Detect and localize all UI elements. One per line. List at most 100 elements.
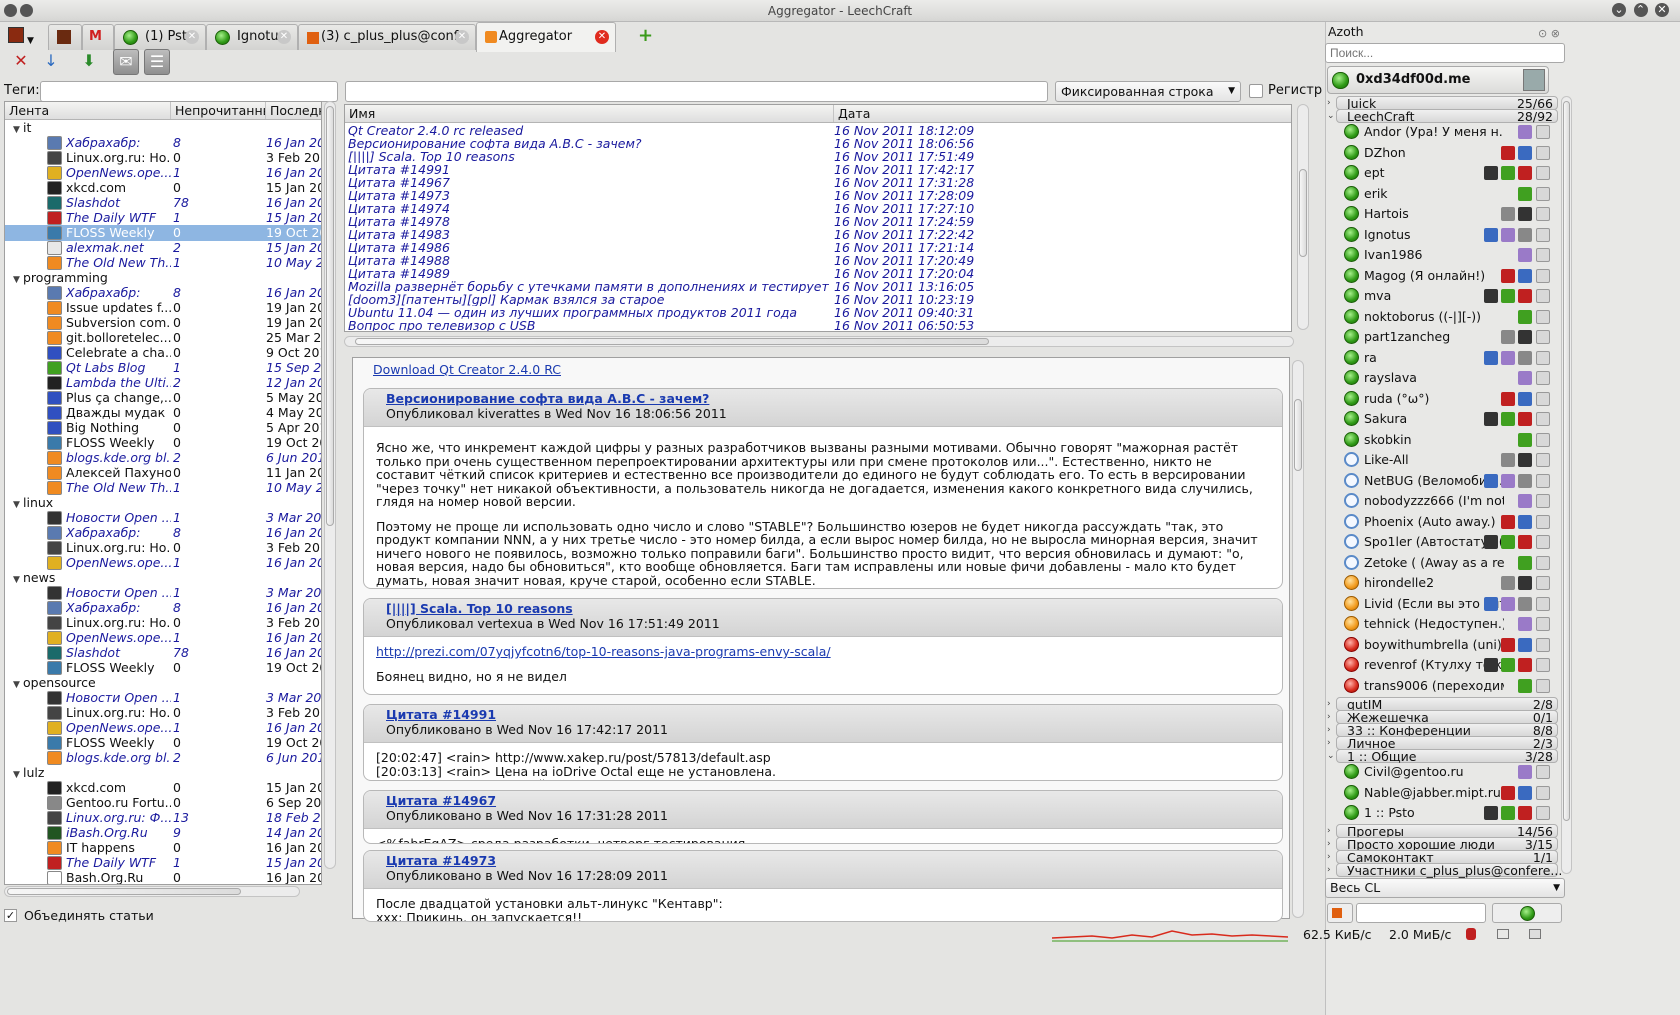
contact-row[interactable]: rayslava xyxy=(1344,368,1564,388)
articles-hscroll-thumb[interactable] xyxy=(355,338,989,345)
article-row[interactable]: Цитата #14973 16 Nov 2011 17:28:09 xyxy=(345,189,1290,202)
update-feeds-button[interactable]: ↓ xyxy=(38,49,64,75)
contact-row[interactable]: Like-All xyxy=(1344,450,1564,470)
contact-row[interactable]: Spo1ler (Автостатус (н... xyxy=(1344,532,1564,552)
contact-row[interactable]: 1 :: Psto xyxy=(1344,803,1564,823)
articles-vscrollbar[interactable] xyxy=(1297,104,1309,330)
contact-row[interactable]: boywithumbrella (uni) xyxy=(1344,635,1564,655)
article-row[interactable]: Версионирование софта вида A.B.C - зачем… xyxy=(345,137,1290,150)
feed-row[interactable]: Новости Open ...1 3 Mar 201 xyxy=(5,510,321,526)
contact-search-input[interactable] xyxy=(1325,43,1565,63)
contact-group[interactable]: › Личное 2/3 xyxy=(1327,736,1558,750)
lc-menu-button[interactable]: ▼ xyxy=(8,27,38,46)
tab-close-icon[interactable]: ✕ xyxy=(185,30,199,44)
contact-row[interactable]: Ignotus xyxy=(1344,225,1564,245)
feed-row[interactable]: Qt Labs Blog 1 15 Sep 20 xyxy=(5,360,321,376)
expand-arrow-icon[interactable]: › xyxy=(1327,97,1331,110)
tab-close-icon[interactable]: ✕ xyxy=(277,30,291,44)
expand-arrow-icon[interactable]: › xyxy=(1327,698,1331,711)
expand-arrow-icon[interactable]: › xyxy=(1327,851,1331,864)
article-row[interactable]: Ubuntu 11.04 — один из лучших программны… xyxy=(345,306,1290,319)
card-title-link[interactable]: Цитата #14991 xyxy=(386,707,1260,722)
feed-row[interactable]: Linux.org.ru: Но... 0 3 Feb 201 xyxy=(5,150,321,166)
feed-row[interactable]: xkcd.com 0 15 Jan 20 xyxy=(5,180,321,196)
tab-psto[interactable]: (1) Psto ✕ xyxy=(114,24,206,50)
card-title-link[interactable]: Цитата #14973 xyxy=(386,853,1260,868)
feeds-hscrollbar[interactable] xyxy=(4,886,300,897)
status-text-input[interactable] xyxy=(1356,903,1486,923)
tags-input[interactable] xyxy=(40,81,338,102)
feed-row[interactable]: Slashdot 78 16 Jan 20 xyxy=(5,195,321,211)
window-menu-button[interactable] xyxy=(4,4,17,17)
mark-read-button[interactable]: ✉ xyxy=(113,49,139,75)
article-row[interactable]: Цитата #14988 16 Nov 2011 17:20:49 xyxy=(345,254,1290,267)
feed-row[interactable]: FLOSS Weekly 0 19 Oct 20 xyxy=(5,660,321,676)
expand-arrow-icon[interactable]: › xyxy=(1327,724,1331,737)
feed-row[interactable]: Celebrate a cha... 0 9 Oct 201 xyxy=(5,345,321,361)
feed-row[interactable]: xkcd.com 0 15 Jan 20 xyxy=(5,780,321,796)
article-row[interactable]: [doom3][патенты][gpl] Кармак взялся за с… xyxy=(345,293,1290,306)
contacts-vscroll-thumb[interactable] xyxy=(1563,101,1570,821)
last-column-header[interactable]: Последн xyxy=(266,102,321,119)
feed-folder[interactable]: ▼ opensource xyxy=(5,675,96,691)
tab-ignotus[interactable]: Ignotus ✕ xyxy=(206,24,298,50)
contact-row[interactable]: hirondelle2 xyxy=(1344,573,1564,593)
feed-row[interactable]: IT happens 0 16 Jan 20 xyxy=(5,840,321,856)
contact-row[interactable]: Sakura xyxy=(1344,409,1564,429)
case-sensitive-checkbox[interactable] xyxy=(1249,84,1263,98)
contact-row[interactable]: revenrof (Ктулху тоже ... xyxy=(1344,655,1564,675)
feed-folder[interactable]: ▼ it xyxy=(5,120,31,136)
feed-row[interactable]: OpenNews.ope... 1 16 Jan 20 xyxy=(5,165,321,181)
feed-row[interactable]: OpenNews.ope... 1 16 Jan 20 xyxy=(5,555,321,571)
contact-group[interactable]: ⌄ LeechCraft 28/92 xyxy=(1327,109,1558,123)
feed-row[interactable]: Big Nothing 0 5 Apr 201 xyxy=(5,420,321,436)
feed-row[interactable]: Хабрахабр: 8 16 Jan 20 xyxy=(5,285,321,301)
feed-row[interactable]: git.bolloretelec...0 25 Mar 20 xyxy=(5,330,321,346)
contact-row[interactable]: trans9006 (переходим ... xyxy=(1344,676,1564,696)
contact-row[interactable]: Phoenix (Auto away.) xyxy=(1344,512,1564,532)
expand-arrow-icon[interactable]: ⌄ xyxy=(1327,110,1335,123)
feed-row[interactable]: The Old New Th... 1 10 May 2 xyxy=(5,480,321,496)
azoth-dock-controls[interactable]: ⊙ ⊗ xyxy=(1538,27,1560,40)
tab-close-icon[interactable]: ✕ xyxy=(455,30,469,44)
feed-row[interactable]: Issue updates f... 0 19 Jan 20 xyxy=(5,300,321,316)
article-row[interactable]: Вопрос про телевизор с USB 16 Nov 2011 06… xyxy=(345,319,1290,331)
feed-row[interactable]: The Daily WTF 1 15 Jan 20 xyxy=(5,210,321,226)
feed-row[interactable]: blogs.kde.org bl... 2 6 Jun 201 xyxy=(5,750,321,766)
contact-row[interactable]: mva xyxy=(1344,286,1564,306)
feed-row[interactable]: Хабрахабр: 8 16 Jan 20 xyxy=(5,135,321,151)
list-view-button[interactable]: ☰ xyxy=(144,49,170,75)
feed-row[interactable]: alexmak.net 2 15 Jan 20 xyxy=(5,240,321,256)
contact-row[interactable]: ra xyxy=(1344,348,1564,368)
contact-group[interactable]: › Juick 25/66 xyxy=(1327,96,1558,110)
card-title-link[interactable]: [||||] Scala. Top 10 reasons xyxy=(386,601,1260,616)
feed-row[interactable]: Новости Open ...1 3 Mar 201 xyxy=(5,690,321,706)
feed-column-header[interactable]: Лента xyxy=(5,102,171,119)
contact-row[interactable]: Zetoke ( (Away as a res... xyxy=(1344,553,1564,573)
contact-row[interactable]: ruda (°ω°) xyxy=(1344,389,1564,409)
feed-row[interactable]: Linux.org.ru: Но... 0 3 Feb 201 xyxy=(5,540,321,556)
expand-arrow-icon[interactable]: › xyxy=(1327,838,1331,851)
cl-view-select[interactable]: Весь CL ▼ xyxy=(1325,878,1565,898)
remove-feed-button[interactable]: ✕ xyxy=(8,49,34,75)
contact-row[interactable]: Magog (Я онлайн!) xyxy=(1344,266,1564,286)
feed-folder[interactable]: ▼ programming xyxy=(5,270,108,286)
name-column-header[interactable]: Имя xyxy=(345,105,834,122)
article-row[interactable]: Цитата #14978 16 Nov 2011 17:24:59 xyxy=(345,215,1290,228)
article-row[interactable]: [||||] Scala. Top 10 reasons 16 Nov 2011 … xyxy=(345,150,1290,163)
viewer-vscrollbar[interactable] xyxy=(1292,360,1304,918)
qt-creator-download-link[interactable]: Download Qt Creator 2.4.0 RC xyxy=(373,362,561,377)
article-link[interactable]: http://prezi.com/07yqjyfcotn6/top-10-rea… xyxy=(376,645,1270,659)
new-tab-plus-icon[interactable]: + xyxy=(638,27,654,45)
tray-list-icon[interactable] xyxy=(1529,929,1541,939)
contact-row[interactable]: Civil@gentoo.ru xyxy=(1344,762,1564,782)
article-row[interactable]: Цитата #14983 16 Nov 2011 17:22:42 xyxy=(345,228,1290,241)
expand-arrow-icon[interactable]: › xyxy=(1327,711,1331,724)
contact-group[interactable]: › Участники с_plus_plus@confere... xyxy=(1327,863,1562,877)
feeds-hscroll-thumb[interactable] xyxy=(7,888,241,895)
search-mode-select[interactable]: Фиксированная строка ▼ xyxy=(1055,81,1241,102)
feed-row[interactable]: Subversion com... 0 19 Jan 20 xyxy=(5,315,321,331)
article-row[interactable]: Цитата #14986 16 Nov 2011 17:21:14 xyxy=(345,241,1290,254)
feed-row[interactable]: iBash.Org.Ru 9 14 Jan 20 xyxy=(5,825,321,841)
feed-row[interactable]: Новости Open ...1 3 Mar 201 xyxy=(5,585,321,601)
